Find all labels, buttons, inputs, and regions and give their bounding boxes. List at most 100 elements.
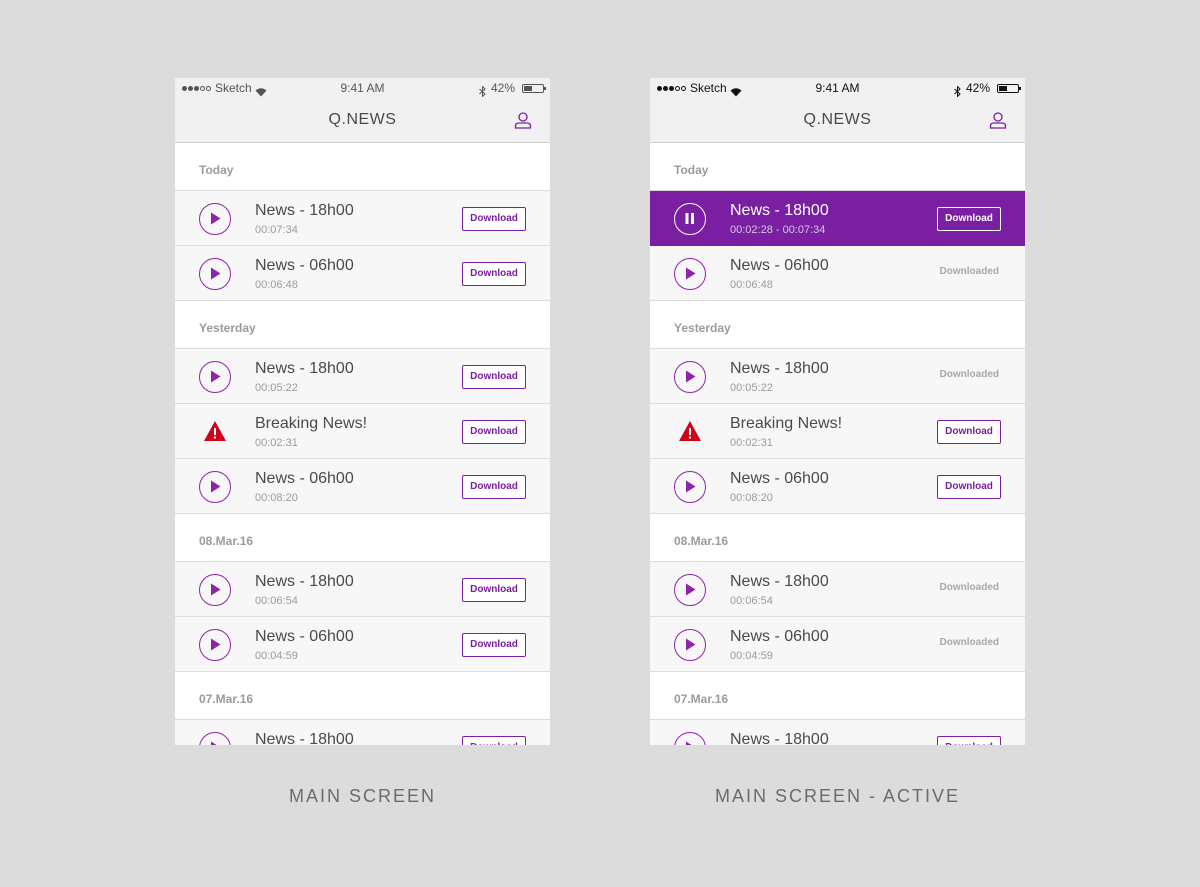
play-button[interactable] xyxy=(199,574,231,606)
news-episode-row[interactable]: News - 18h00 00:02:28 - 00:07:34 Download xyxy=(650,191,1025,246)
episode-duration: 00:02:28 - 00:07:34 xyxy=(730,224,826,236)
episode-duration: 00:02:31 xyxy=(255,437,298,449)
news-episode-row[interactable]: News - 18h00 00:05:22 Downloaded xyxy=(650,349,1025,404)
episode-duration: 00:05:22 xyxy=(730,382,773,394)
nav-bar: Q.NEWS xyxy=(175,98,550,143)
status-bar-right: 42% xyxy=(479,78,546,98)
news-episode-row[interactable]: News - 06h00 00:08:20 Download xyxy=(650,459,1025,514)
warning-icon xyxy=(203,420,227,442)
bluetooth-icon xyxy=(954,83,961,98)
bluetooth-icon xyxy=(479,83,486,98)
section-header: 07.Mar.16 xyxy=(175,672,550,720)
download-button[interactable]: Download xyxy=(462,736,526,745)
episode-duration: 00:06:48 xyxy=(730,279,773,291)
download-button[interactable]: Download xyxy=(937,207,1001,231)
play-button[interactable] xyxy=(199,471,231,503)
play-button[interactable] xyxy=(674,258,706,290)
news-episode-row[interactable]: News - 18h00 00:06:54 Downloaded xyxy=(650,562,1025,617)
episode-duration: 00:08:20 xyxy=(730,492,773,504)
episode-title: News - 06h00 xyxy=(255,628,354,645)
download-button[interactable]: Download xyxy=(462,578,526,602)
battery-icon xyxy=(997,83,1021,93)
play-button[interactable] xyxy=(199,258,231,290)
news-episode-row[interactable]: News - 18h00 00:07:34 Download xyxy=(175,191,550,246)
news-episode-row[interactable]: News - 18h00 00:05:22 Download xyxy=(175,349,550,404)
play-button[interactable] xyxy=(674,361,706,393)
episode-title: News - 06h00 xyxy=(255,257,354,274)
episode-duration: 00:05:22 xyxy=(255,382,298,394)
download-button[interactable]: Download xyxy=(462,365,526,389)
episode-title: News - 18h00 xyxy=(730,573,829,590)
episode-title: News - 06h00 xyxy=(730,628,829,645)
play-button[interactable] xyxy=(199,361,231,393)
screen-caption: MAIN SCREEN - ACTIVE xyxy=(714,786,961,806)
download-button[interactable]: Download xyxy=(462,633,526,657)
downloaded-label: Downloaded xyxy=(939,637,999,648)
status-bar-right: 42% xyxy=(954,78,1021,98)
battery-icon xyxy=(522,83,546,93)
section-header: 07.Mar.16 xyxy=(650,672,1025,720)
episode-title: News - 18h00 xyxy=(255,360,354,377)
download-button[interactable]: Download xyxy=(937,475,1001,499)
screen-caption: MAIN SCREEN xyxy=(288,786,436,806)
episode-title: Breaking News! xyxy=(730,415,843,432)
news-episode-row[interactable]: News - 06h00 00:04:59 Downloaded xyxy=(650,617,1025,672)
battery-percent: 42% xyxy=(490,81,515,95)
status-bar: Sketch 9:41 AM 42% xyxy=(175,78,550,98)
app-title: Q.NEWS xyxy=(328,111,397,128)
episode-title: News - 06h00 xyxy=(730,470,829,487)
profile-icon[interactable] xyxy=(989,111,1007,129)
section-header: Yesterday xyxy=(175,301,550,349)
episode-title: News - 18h00 xyxy=(730,360,829,377)
phone-screen-main: Sketch 9:41 AM 42% Q.NEWS Today News - 18h00 0… xyxy=(175,78,550,745)
download-button[interactable]: Download xyxy=(462,420,526,444)
news-episode-row[interactable]: News - 06h00 00:08:20 Download xyxy=(175,459,550,514)
episode-duration: 00:08:20 xyxy=(255,492,298,504)
app-title: Q.NEWS xyxy=(803,111,872,128)
play-button[interactable] xyxy=(674,574,706,606)
download-button[interactable]: Download xyxy=(462,207,526,231)
episode-title: News - 06h00 xyxy=(255,470,354,487)
play-button[interactable] xyxy=(674,629,706,661)
nav-bar: Q.NEWS xyxy=(650,98,1025,143)
episode-duration: 00:06:54 xyxy=(255,595,298,607)
downloaded-label: Downloaded xyxy=(939,369,999,380)
section-header: Yesterday xyxy=(650,301,1025,349)
profile-icon[interactable] xyxy=(514,111,532,129)
episode-title: News - 06h00 xyxy=(730,257,829,274)
news-episode-row[interactable]: News - 18h00 Download xyxy=(650,720,1025,745)
news-episode-row[interactable]: News - 06h00 00:04:59 Download xyxy=(175,617,550,672)
downloaded-label: Downloaded xyxy=(939,582,999,593)
episode-title: News - 18h00 xyxy=(730,202,829,219)
download-button[interactable]: Download xyxy=(462,475,526,499)
episode-title: News - 18h00 xyxy=(255,731,354,745)
news-episode-row[interactable]: News - 18h00 Download xyxy=(175,720,550,745)
news-episode-row[interactable]: News - 06h00 00:06:48 Downloaded xyxy=(650,246,1025,301)
play-button[interactable] xyxy=(199,732,231,745)
news-episode-row[interactable]: News - 18h00 00:06:54 Download xyxy=(175,562,550,617)
downloaded-label: Downloaded xyxy=(939,266,999,277)
news-episode-row[interactable]: Breaking News! 00:02:31 Download xyxy=(175,404,550,459)
play-button[interactable] xyxy=(674,471,706,503)
phone-screen-main-active: Sketch 9:41 AM 42% Q.NEWS Today News - 18h00 0… xyxy=(650,78,1025,745)
section-header: 08.Mar.16 xyxy=(175,514,550,562)
episode-duration: 00:04:59 xyxy=(730,650,773,662)
pause-button[interactable] xyxy=(674,203,706,235)
battery-percent: 42% xyxy=(965,81,990,95)
news-episode-row[interactable]: Breaking News! 00:02:31 Download xyxy=(650,404,1025,459)
section-header: Today xyxy=(175,143,550,191)
status-bar: Sketch 9:41 AM 42% xyxy=(650,78,1025,98)
section-header: 08.Mar.16 xyxy=(650,514,1025,562)
play-button[interactable] xyxy=(674,732,706,745)
play-button[interactable] xyxy=(199,629,231,661)
download-button[interactable]: Download xyxy=(937,736,1001,745)
play-button[interactable] xyxy=(199,203,231,235)
episode-duration: 00:06:54 xyxy=(730,595,773,607)
episode-title: Breaking News! xyxy=(255,415,368,432)
news-episode-row[interactable]: News - 06h00 00:06:48 Download xyxy=(175,246,550,301)
episode-title: News - 18h00 xyxy=(255,202,354,219)
download-button[interactable]: Download xyxy=(462,262,526,286)
download-button[interactable]: Download xyxy=(937,420,1001,444)
episode-duration: 00:04:59 xyxy=(255,650,298,662)
episode-duration: 00:06:48 xyxy=(255,279,298,291)
